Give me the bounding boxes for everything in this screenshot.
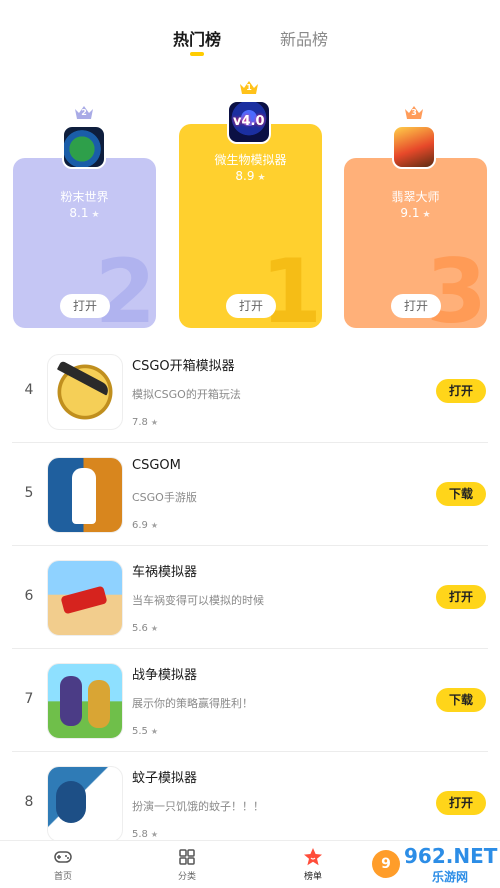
open-button[interactable]: 打开 xyxy=(226,294,276,318)
crown-rank-label: 2 xyxy=(81,108,87,117)
score-value: 9.1 xyxy=(400,206,420,220)
nav-ranking-label: 榜单 xyxy=(303,872,322,882)
rank-number: 6 xyxy=(24,588,34,604)
app-description: 当车祸变得可以模拟的时候 xyxy=(132,594,264,607)
nav-ranking[interactable]: 榜单 xyxy=(283,847,343,882)
star-icon: ★ xyxy=(150,418,159,427)
rank-number: 5 xyxy=(24,485,34,501)
star-icon: ★ xyxy=(257,173,266,183)
star-icon: ★ xyxy=(422,210,431,220)
tab-hot[interactable]: 热门榜 xyxy=(173,26,221,50)
podium-card-rank-1[interactable]: 1 微生物模拟器 8.9 ★ 打开 xyxy=(179,124,322,328)
podium-app-score: 9.1 ★ xyxy=(344,206,487,220)
open-button[interactable]: 打开 xyxy=(391,294,441,318)
list-item[interactable]: 5 CSGOM CSGO手游版 6.9 ★ 下载 xyxy=(0,443,500,546)
score-value: 8.9 xyxy=(235,169,255,183)
app-title: CSGO开箱模拟器 xyxy=(132,359,235,374)
star-icon: ★ xyxy=(91,210,100,220)
nav-category-label: 分类 xyxy=(177,872,196,882)
star-icon: ★ xyxy=(150,727,159,736)
open-button[interactable]: 打开 xyxy=(60,294,110,318)
watermark-logo-icon: 9 xyxy=(372,850,400,878)
rank-number: 8 xyxy=(24,794,34,810)
list-item[interactable]: 6 车祸模拟器 当车祸变得可以模拟的时候 5.6 ★ 打开 xyxy=(0,546,500,649)
tab-new[interactable]: 新品榜 xyxy=(280,26,328,50)
list-item[interactable]: 4 CSGO开箱模拟器 模拟CSGO的开箱玩法 7.8 ★ 打开 xyxy=(0,340,500,443)
score-value: 5.8 xyxy=(132,829,148,840)
icon-version-text: v4.0 xyxy=(233,114,265,129)
app-score: 7.8 ★ xyxy=(132,417,158,428)
podium-card-rank-2[interactable]: 2 粉末世界 8.1 ★ 打开 xyxy=(13,158,156,328)
crown-icon-rank-2: 2 xyxy=(74,105,94,119)
app-score: 5.8 ★ xyxy=(132,829,158,840)
download-button[interactable]: 下载 xyxy=(436,482,486,506)
app-description: CSGO手游版 xyxy=(132,491,197,504)
rank-number: 4 xyxy=(24,382,34,398)
microbe-sim-icon[interactable]: v4.0 xyxy=(227,100,271,144)
download-button[interactable]: 下载 xyxy=(436,688,486,712)
app-score: 5.6 ★ xyxy=(132,623,158,634)
crown-icon-rank-1: 1 xyxy=(239,80,259,94)
app-title: 车祸模拟器 xyxy=(132,565,198,580)
podium-app-score: 8.9 ★ xyxy=(179,169,322,183)
app-score: 5.5 ★ xyxy=(132,726,158,737)
car-crash-icon[interactable] xyxy=(47,560,123,636)
nav-home-label: 首页 xyxy=(53,872,72,882)
mosquito-sim-icon[interactable] xyxy=(47,766,123,842)
app-score: 6.9 ★ xyxy=(132,520,158,531)
open-button[interactable]: 打开 xyxy=(436,379,486,403)
star-badge-icon xyxy=(304,848,322,866)
nav-category[interactable]: 分类 xyxy=(157,847,217,882)
star-icon: ★ xyxy=(150,830,159,839)
score-value: 8.1 xyxy=(69,206,89,220)
app-description: 模拟CSGO的开箱玩法 xyxy=(132,388,241,401)
tab-active-indicator xyxy=(190,52,204,56)
star-icon: ★ xyxy=(150,521,159,530)
podium-app-name: 翡翠大师 xyxy=(391,190,440,204)
ranking-tabs: 热门榜 新品榜 xyxy=(0,26,500,66)
app-title: 蚊子模拟器 xyxy=(132,771,198,786)
podium-card-rank-3[interactable]: 3 翡翠大师 9.1 ★ 打开 xyxy=(344,158,487,328)
watermark-main-text: 962.NET xyxy=(404,844,498,868)
open-button[interactable]: 打开 xyxy=(436,791,486,815)
star-icon: ★ xyxy=(150,624,159,633)
score-value: 5.5 xyxy=(132,726,148,737)
crown-rank-label: 1 xyxy=(246,83,252,92)
nav-home[interactable]: 首页 xyxy=(33,847,93,882)
app-description: 展示你的策略赢得胜利！ xyxy=(132,697,253,710)
open-button[interactable]: 打开 xyxy=(436,585,486,609)
podium-app-name: 粉末世界 xyxy=(60,190,109,204)
crown-rank-label: 3 xyxy=(411,108,417,117)
powder-world-icon[interactable] xyxy=(62,125,106,169)
crown-icon-rank-3: 3 xyxy=(404,105,424,119)
podium-app-score: 8.1 ★ xyxy=(13,206,156,220)
jade-master-icon[interactable] xyxy=(392,125,436,169)
war-sim-icon[interactable] xyxy=(47,663,123,739)
score-value: 5.6 xyxy=(132,623,148,634)
watermark-sub-text: 乐游网 xyxy=(432,870,469,884)
gamepad-icon xyxy=(54,851,72,863)
site-watermark: 9 962.NET 乐游网 xyxy=(372,844,498,884)
score-value: 7.8 xyxy=(132,417,148,428)
rank-number: 7 xyxy=(24,691,34,707)
list-item[interactable]: 7 战争模拟器 展示你的策略赢得胜利！ 5.5 ★ 下载 xyxy=(0,649,500,752)
podium-app-name: 微生物模拟器 xyxy=(214,153,287,167)
ranking-list: 4 CSGO开箱模拟器 模拟CSGO的开箱玩法 7.8 ★ 打开 5 CSGOM … xyxy=(0,340,500,855)
app-description: 扮演一只饥饿的蚊子！！！ xyxy=(132,800,264,813)
app-title: 战争模拟器 xyxy=(132,668,198,683)
score-value: 6.9 xyxy=(132,520,148,531)
csgom-icon[interactable] xyxy=(47,457,123,533)
csgo-case-icon[interactable] xyxy=(47,354,123,430)
app-title: CSGOM xyxy=(132,458,181,473)
grid-icon xyxy=(179,849,195,865)
